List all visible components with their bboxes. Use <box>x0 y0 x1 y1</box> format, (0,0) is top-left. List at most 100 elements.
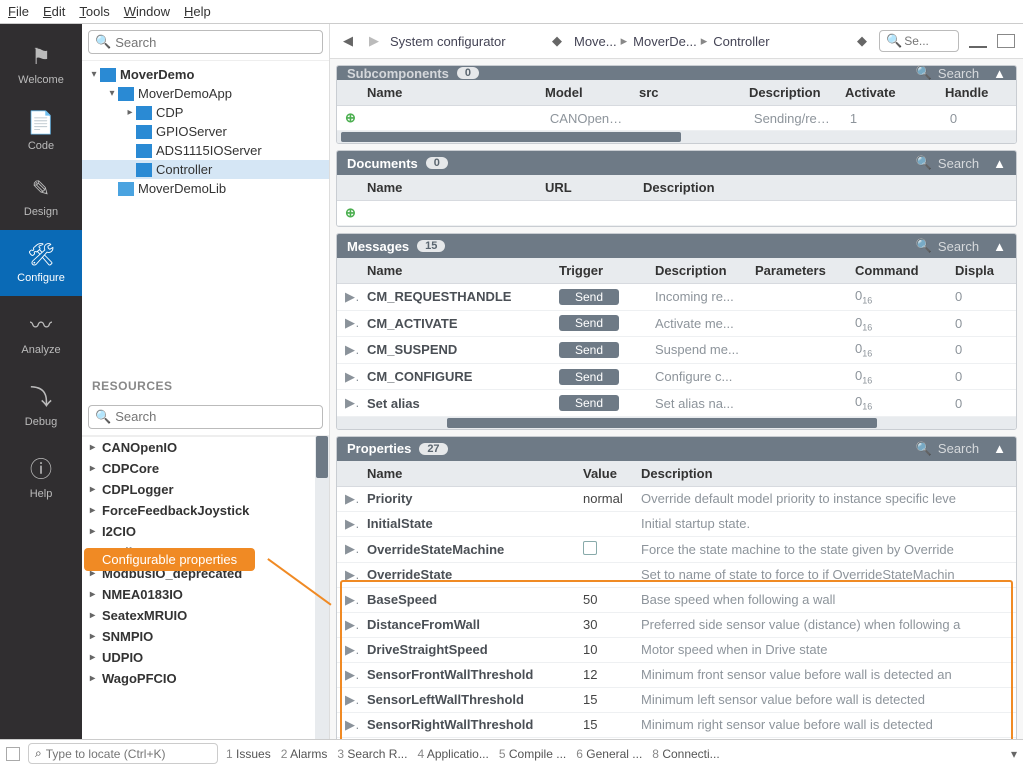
send-button[interactable]: Send <box>559 369 619 385</box>
table-row[interactable]: ▶CM_REQUESTHANDLESendIncoming re...0160 <box>337 284 1016 311</box>
status-tab[interactable]: 4 Applicatio... <box>417 747 488 761</box>
table-row[interactable]: ⊕CANOpenPC...Sending/rec...10 <box>337 106 1016 131</box>
play-icon[interactable]: ▶ <box>337 663 359 687</box>
panel-header-subcomponents[interactable]: Subcomponents0🔍Search▲ <box>337 66 1016 80</box>
property-row[interactable]: ▶SensorFrontWallThreshold12Minimum front… <box>337 663 1016 688</box>
play-icon[interactable]: ▶ <box>337 613 359 637</box>
play-icon[interactable]: ▶ <box>337 563 359 587</box>
chevron-right-icon[interactable]: ▸ <box>90 652 102 663</box>
chevron-right-icon[interactable]: ▸ <box>90 526 102 537</box>
panel-header-messages[interactable]: Messages15🔍Search▲ <box>337 234 1016 258</box>
dropdown-icon[interactable]: ◆ <box>546 33 568 49</box>
table-row[interactable]: ▶CM_ACTIVATESendActivate me...0160 <box>337 311 1016 338</box>
crumb-configurator[interactable]: System configurator <box>390 34 540 49</box>
panel-header-documents[interactable]: Documents0🔍Search▲ <box>337 151 1016 175</box>
tree-item-moverdemo[interactable]: ▾MoverDemo <box>82 65 329 84</box>
status-tab[interactable]: 8 Connecti... <box>652 747 719 761</box>
play-icon[interactable]: ▶ <box>337 537 359 561</box>
play-icon[interactable]: ▶ <box>337 487 359 511</box>
search-icon[interactable]: 🔍 <box>916 441 932 457</box>
property-row[interactable]: ▶PrioritynormalOverride default model pr… <box>337 487 1016 512</box>
nav-analyze[interactable]: 〰Analyze <box>0 296 82 368</box>
status-tab[interactable]: 2 Alarms <box>281 747 328 761</box>
chevron-right-icon[interactable]: ▸ <box>90 505 102 516</box>
panel-search-placeholder[interactable]: Search <box>938 441 979 456</box>
property-row[interactable]: ▶OverrideStateSet to name of state to fo… <box>337 563 1016 588</box>
dropdown-icon[interactable]: ◆ <box>851 33 873 49</box>
status-tab[interactable]: 1 Issues <box>226 747 271 761</box>
play-icon[interactable]: ▶ <box>337 338 359 362</box>
resource-item[interactable]: ▸CANOpenIO <box>82 437 315 458</box>
menu-tools[interactable]: Tools <box>79 4 109 19</box>
project-search-input[interactable] <box>115 35 316 50</box>
resource-item[interactable]: ▸SNMPIO <box>82 626 315 647</box>
resource-item[interactable]: ▸WagoPFCIO <box>82 668 315 689</box>
menu-help[interactable]: Help <box>184 4 211 19</box>
crumb-seg2[interactable]: MoverDe... ▸ <box>633 33 707 49</box>
resource-item[interactable]: ▸CDPLogger <box>82 479 315 500</box>
resource-item[interactable]: ▸CDPCore <box>82 458 315 479</box>
nav-configure[interactable]: 🛠Configure <box>0 230 82 296</box>
project-tree[interactable]: ▾MoverDemo▾MoverDemoApp▸CDPGPIOServerADS… <box>82 61 329 373</box>
table-row[interactable]: ▶CM_CONFIGURESendConfigure c...0160 <box>337 364 1016 391</box>
property-row[interactable]: ▶SensorLeftWallThreshold15Minimum left s… <box>337 688 1016 713</box>
tree-item-controller[interactable]: Controller <box>82 160 329 179</box>
search-icon[interactable]: 🔍 <box>916 238 932 254</box>
tree-caret-icon[interactable]: ▾ <box>106 88 118 99</box>
collapse-icon[interactable]: ▲ <box>993 66 1006 80</box>
panel-header-properties[interactable]: Properties27🔍Search▲ <box>337 437 1016 461</box>
nav-help[interactable]: ⓘHelp <box>0 440 82 512</box>
add-icon[interactable]: ⊕ <box>337 201 364 225</box>
status-tab[interactable]: 6 General ... <box>576 747 642 761</box>
menu-edit[interactable]: Edit <box>43 4 65 19</box>
collapse-icon[interactable]: ▲ <box>993 441 1006 456</box>
search-icon[interactable]: 🔍 <box>916 66 932 80</box>
nav-debug[interactable]: ⤵Debug <box>0 368 82 440</box>
resource-item[interactable]: ▸I2CIO <box>82 521 315 542</box>
minimize-button[interactable] <box>969 34 987 48</box>
play-icon[interactable]: ▶ <box>337 638 359 662</box>
property-row[interactable]: ▶DistanceFromWall30Preferred side sensor… <box>337 613 1016 638</box>
play-icon[interactable]: ▶ <box>337 688 359 712</box>
add-icon[interactable]: ⊕ <box>337 106 364 130</box>
property-row[interactable]: ▶TurnSpeed25Motor speed while in Turn st… <box>337 738 1016 739</box>
tree-item-cdp[interactable]: ▸CDP <box>82 103 329 122</box>
h-scrollbar[interactable] <box>337 417 1016 429</box>
property-row[interactable]: ▶BaseSpeed50Base speed when following a … <box>337 588 1016 613</box>
play-icon[interactable]: ▶ <box>337 311 359 335</box>
play-icon[interactable]: ▶ <box>337 588 359 612</box>
resources-search-input[interactable] <box>115 409 316 424</box>
play-icon[interactable]: ▶ <box>337 365 359 389</box>
table-row[interactable]: ▶Set aliasSendSet alias na...0160 <box>337 390 1016 417</box>
resources-list[interactable]: ▸CANOpenIO▸CDPCore▸CDPLogger▸ForceFeedba… <box>82 436 315 740</box>
table-row[interactable]: ▶CM_SUSPENDSendSuspend me...0160 <box>337 337 1016 364</box>
menu-window[interactable]: Window <box>124 4 170 19</box>
checkbox[interactable] <box>583 541 597 555</box>
crumb-seg3[interactable]: Controller <box>713 34 769 49</box>
panel-search-placeholder[interactable]: Search <box>938 156 979 171</box>
nav-design[interactable]: ✎Design <box>0 164 82 230</box>
status-tab[interactable]: 5 Compile ... <box>499 747 566 761</box>
property-row[interactable]: ▶InitialStateInitial startup state. <box>337 512 1016 537</box>
status-close-icon[interactable]: ▾ <box>1011 747 1017 761</box>
status-tab[interactable]: 3 Search R... <box>337 747 407 761</box>
property-row[interactable]: ▶OverrideStateMachineForce the state mac… <box>337 537 1016 563</box>
chevron-right-icon[interactable]: ▸ <box>90 463 102 474</box>
send-button[interactable]: Send <box>559 395 619 411</box>
nav-back[interactable]: ◀ <box>338 33 358 49</box>
menu-file[interactable]: File <box>8 4 29 19</box>
status-square-icon[interactable] <box>6 747 20 761</box>
locator[interactable]: ⌕ <box>28 743 218 764</box>
chevron-right-icon[interactable]: ▸ <box>90 589 102 600</box>
collapse-icon[interactable]: ▲ <box>993 156 1006 171</box>
chevron-right-icon[interactable]: ▸ <box>90 631 102 642</box>
play-icon[interactable]: ▶ <box>337 512 359 536</box>
resources-scrollbar[interactable] <box>315 436 329 740</box>
maximize-button[interactable] <box>997 34 1015 48</box>
resources-search[interactable]: 🔍 <box>88 405 323 429</box>
crumb-seg1[interactable]: Move... ▸ <box>574 33 627 49</box>
search-icon[interactable]: 🔍 <box>916 155 932 171</box>
panel-search-placeholder[interactable]: Search <box>938 239 979 254</box>
chevron-right-icon[interactable]: ▸ <box>90 673 102 684</box>
send-button[interactable]: Send <box>559 342 619 358</box>
